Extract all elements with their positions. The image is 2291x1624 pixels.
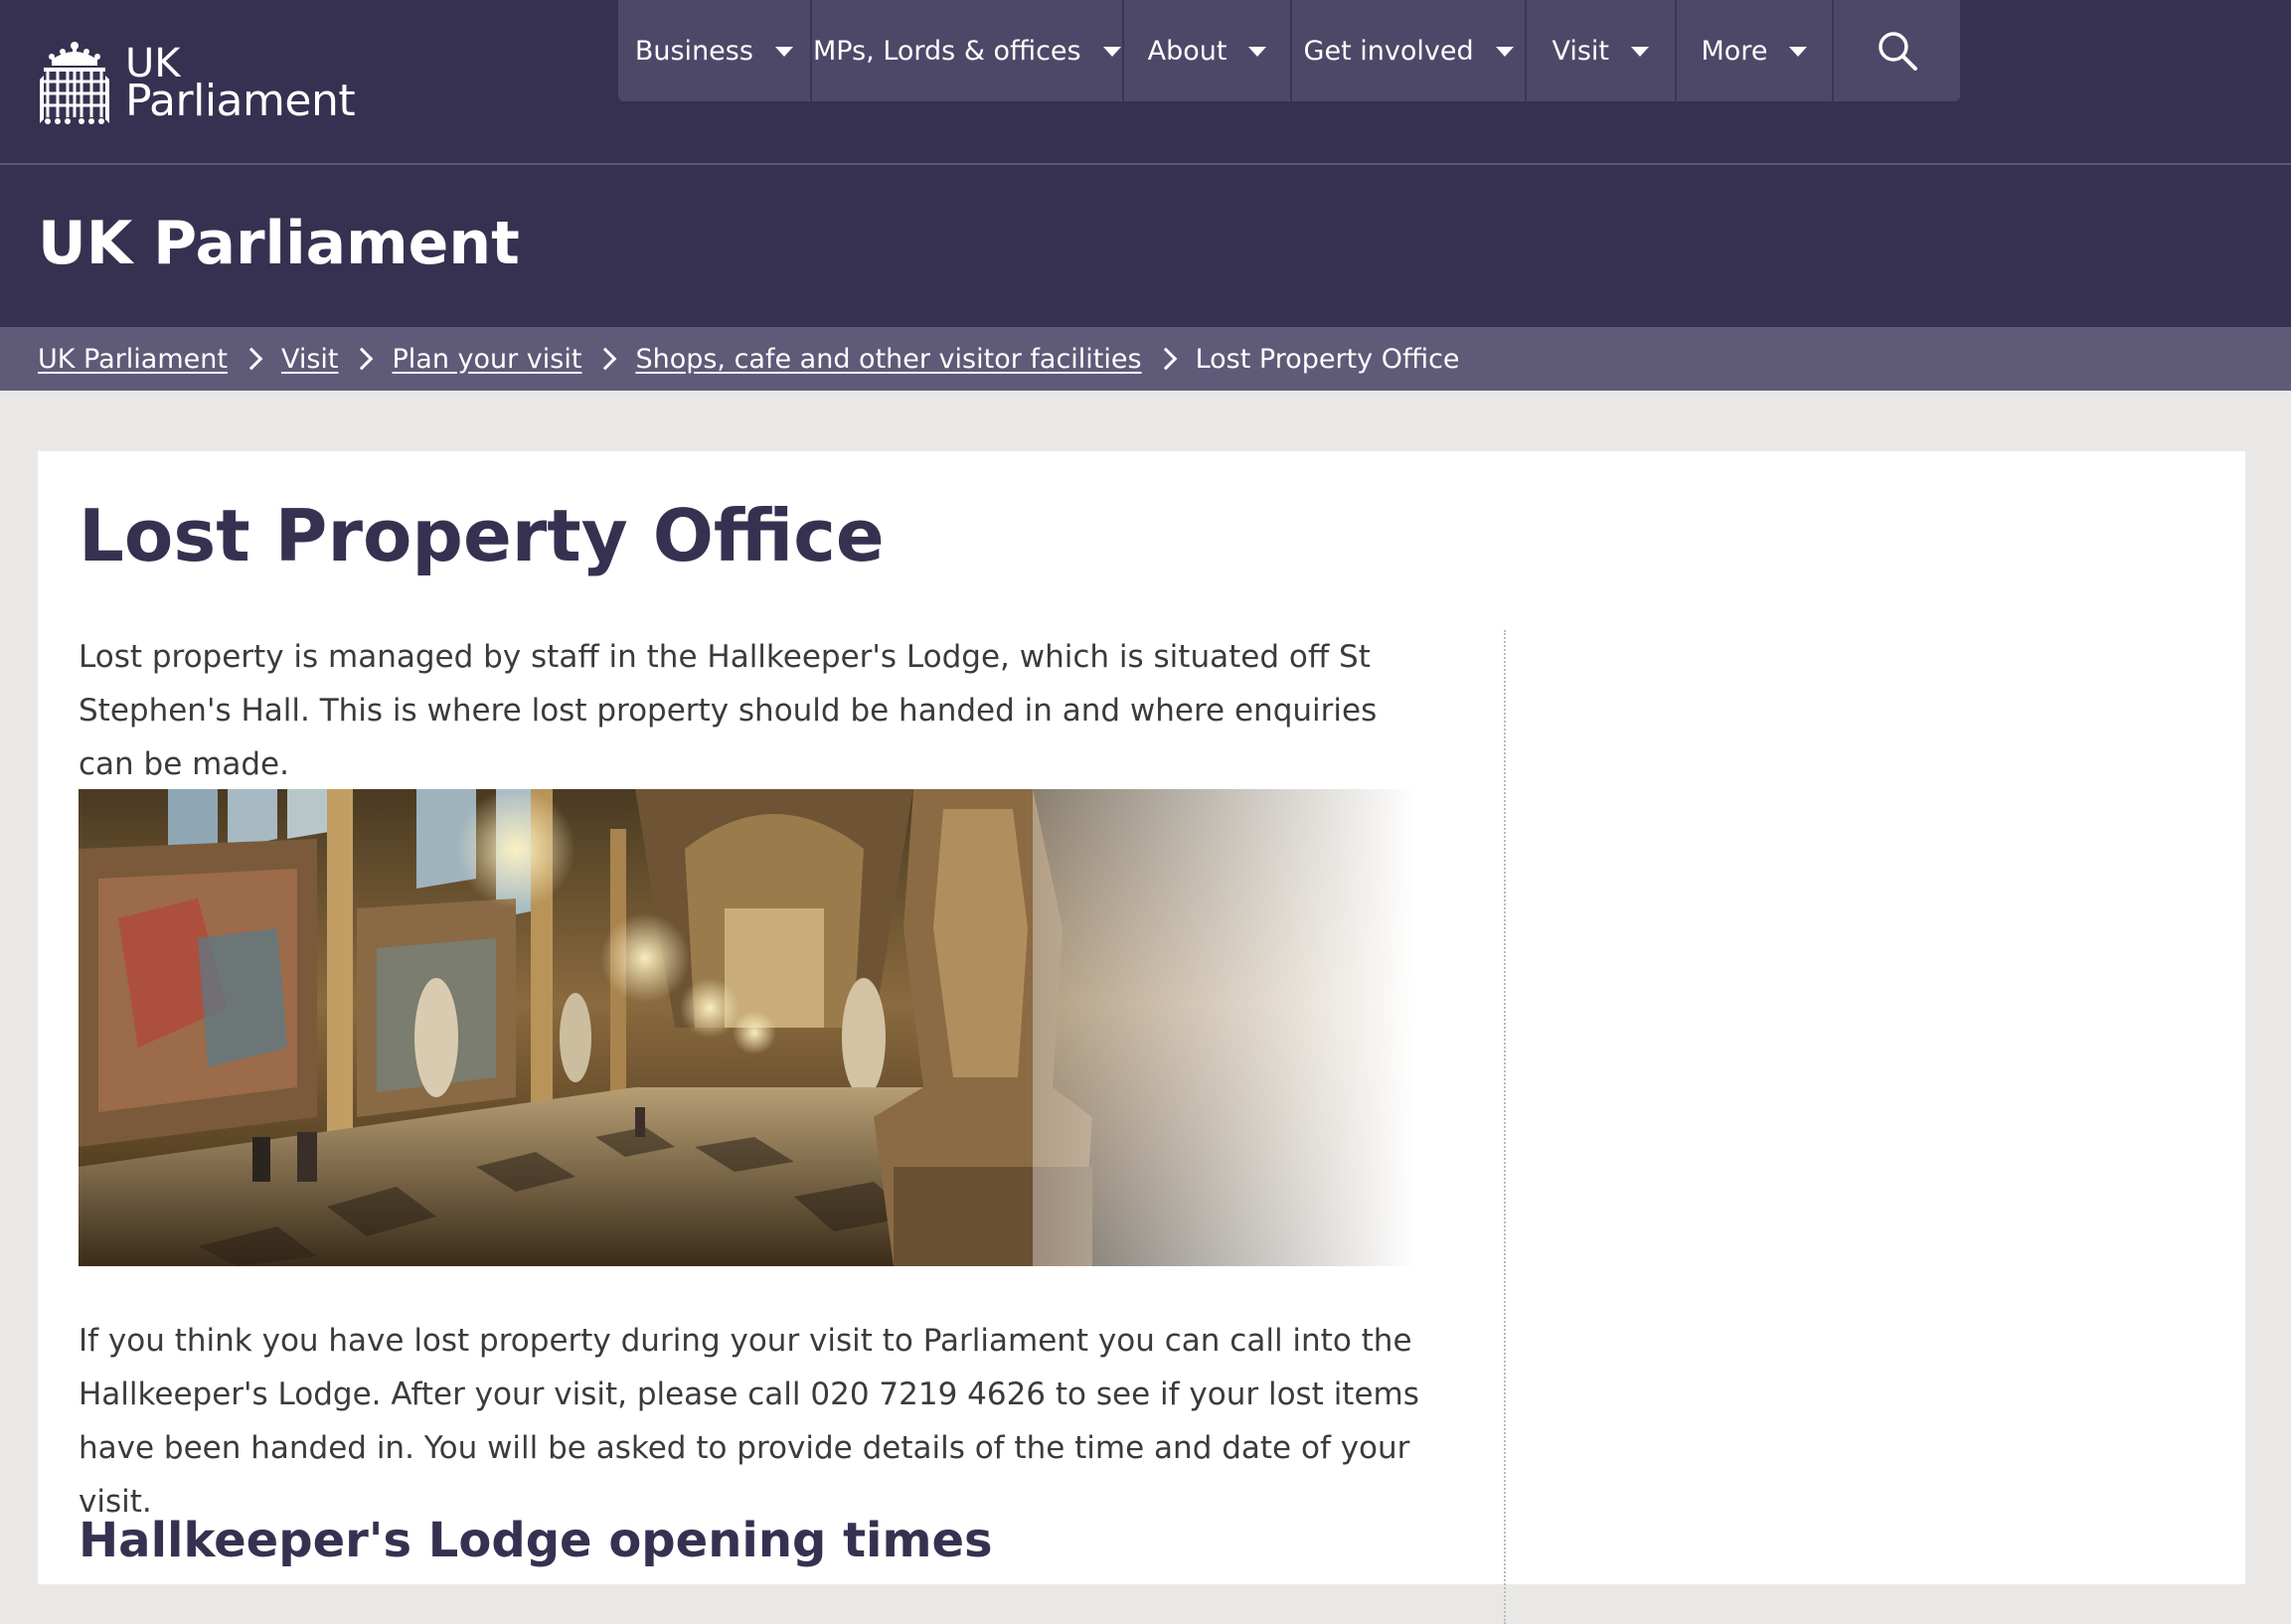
- main-navigation: Business MPs, Lords & offices About Get …: [618, 0, 1960, 101]
- nav-item-get-involved[interactable]: Get involved: [1292, 0, 1527, 101]
- portcullis-icon: [40, 42, 109, 124]
- lost-property-info-paragraph: If you think you have lost property duri…: [79, 1323, 1419, 1520]
- site-header: UK Parliament Business MPs, Lords & offi…: [0, 0, 2291, 165]
- caret-down-icon: [1248, 47, 1267, 57]
- chevron-right-icon: [1154, 347, 1177, 371]
- nav-item-visit[interactable]: Visit: [1527, 0, 1677, 101]
- breadcrumb-link-plan-your-visit[interactable]: Plan your visit: [392, 344, 581, 375]
- nav-item-more[interactable]: More: [1677, 0, 1835, 101]
- chevron-right-icon: [351, 347, 374, 371]
- nav-item-label: About: [1147, 35, 1227, 67]
- content-card: Lost Property Office Lost property is ma…: [38, 451, 2245, 1624]
- caret-down-icon: [1631, 47, 1649, 57]
- st-stephens-hall-photo: [79, 789, 1415, 1266]
- nav-item-business[interactable]: Business: [618, 0, 812, 101]
- chevron-right-icon: [594, 347, 617, 371]
- intro-paragraph: Lost property is managed by staff in the…: [79, 639, 1378, 782]
- chevron-right-icon: [240, 347, 263, 371]
- opening-times-heading: Hallkeeper's Lodge opening times: [79, 1513, 993, 1568]
- nav-item-about[interactable]: About: [1124, 0, 1293, 101]
- logo-text-parliament: Parliament: [125, 76, 356, 126]
- caret-down-icon: [1495, 47, 1514, 57]
- section-banner: UK Parliament: [0, 165, 2291, 327]
- nav-item-label: Get involved: [1303, 35, 1474, 67]
- section-title: UK Parliament: [38, 209, 520, 278]
- breadcrumb-link-visit[interactable]: Visit: [281, 344, 339, 375]
- column-divider: [1504, 630, 1506, 1624]
- nav-item-mps-lords-offices[interactable]: MPs, Lords & offices: [812, 0, 1124, 101]
- page-title: Lost Property Office: [79, 494, 885, 577]
- caret-down-icon: [774, 47, 793, 57]
- hero-image: [79, 789, 1415, 1266]
- nav-item-label: More: [1701, 35, 1768, 67]
- search-icon: [1878, 32, 1917, 71]
- breadcrumb: UK Parliament Visit Plan your visit Shop…: [0, 327, 2291, 391]
- uk-parliament-logo[interactable]: UK Parliament: [38, 38, 376, 137]
- nav-item-label: MPs, Lords & offices: [812, 35, 1081, 67]
- caret-down-icon: [1789, 47, 1808, 57]
- search-button[interactable]: [1834, 0, 1960, 101]
- breadcrumb-link-uk-parliament[interactable]: UK Parliament: [38, 344, 228, 375]
- nav-item-label: Visit: [1552, 35, 1609, 67]
- nav-item-label: Business: [634, 35, 753, 67]
- caret-down-icon: [1102, 47, 1121, 57]
- breadcrumb-link-shops-cafe-facilities[interactable]: Shops, cafe and other visitor facilities: [635, 344, 1141, 375]
- breadcrumb-current: Lost Property Office: [1195, 343, 1460, 375]
